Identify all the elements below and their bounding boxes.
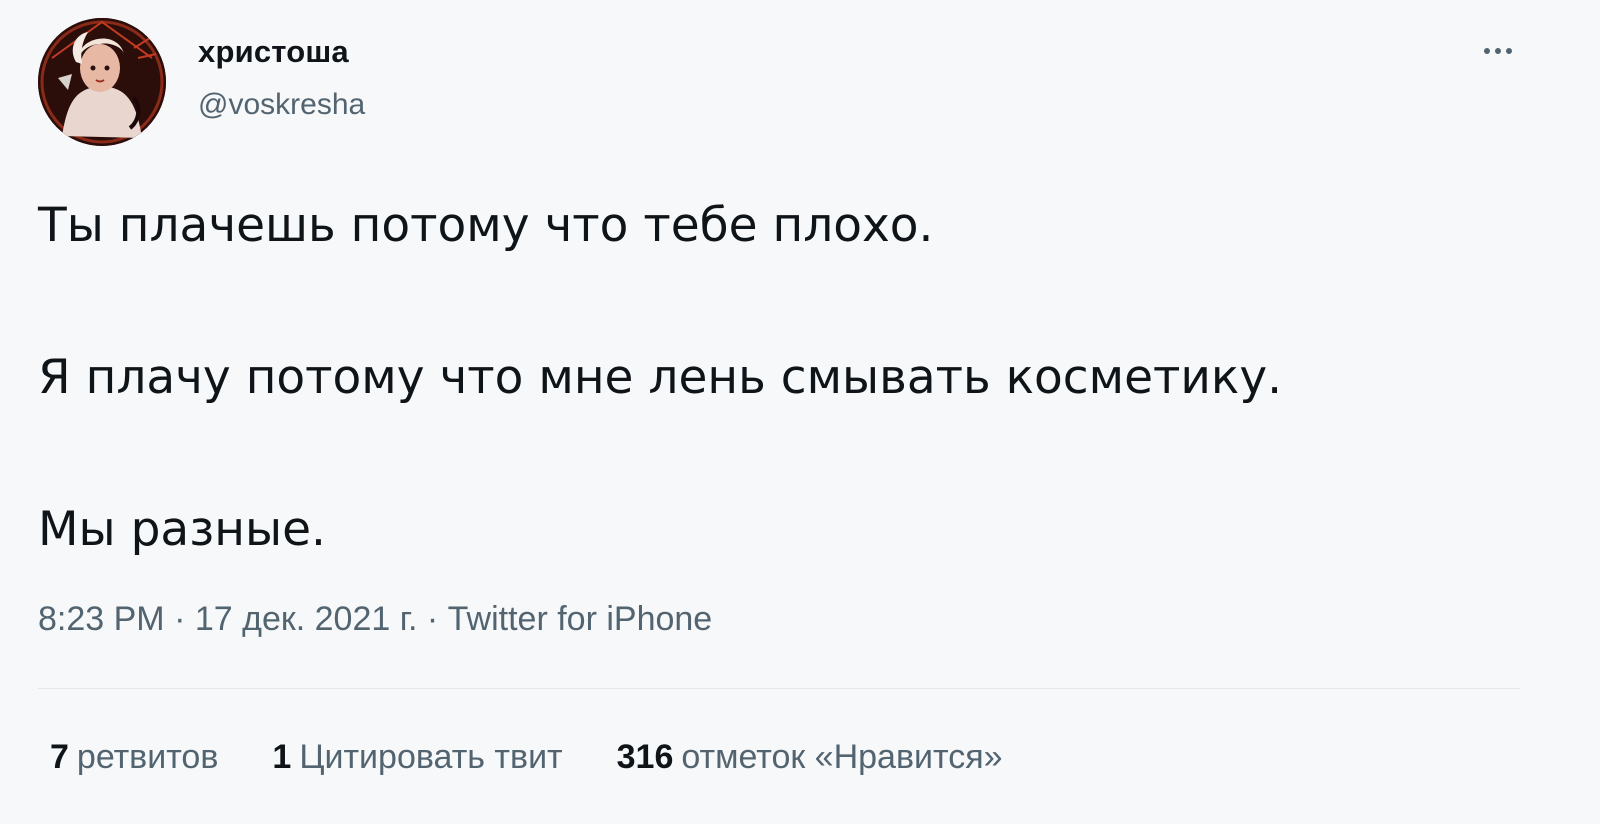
tweet-paragraph: Мы разные.: [38, 502, 326, 557]
retweets-label: ретвитов: [76, 738, 219, 776]
dot: [1495, 48, 1501, 54]
avatar[interactable]: [38, 18, 166, 146]
tweet-source[interactable]: Twitter for iPhone: [448, 600, 713, 638]
divider: [38, 688, 1520, 689]
likes-count: 316: [616, 738, 674, 776]
tweet-paragraph: Я плачу потому что мне лень смывать косм…: [38, 350, 1283, 405]
author-display-name[interactable]: христоша: [198, 34, 349, 70]
dot: [1484, 48, 1490, 54]
tweet-meta: 8:23 PM · 17 дек. 2021 г. · Twitter for …: [38, 600, 712, 639]
tweet-text: Ты плачешь потому что тебе плохо. Я плач…: [38, 188, 1538, 568]
avatar-image: [38, 18, 166, 146]
retweets-count: 7: [50, 738, 69, 776]
quotes-stat[interactable]: 1 Цитировать твит: [272, 738, 562, 777]
author-handle[interactable]: @voskresha: [198, 88, 365, 122]
quotes-count: 1: [272, 738, 292, 776]
tweet-card: христоша @voskresha Ты плачешь потому чт…: [0, 0, 1600, 824]
more-horizontal-icon[interactable]: [1474, 34, 1522, 68]
meta-separator: ·: [426, 600, 448, 638]
tweet-time[interactable]: 8:23 PM: [38, 600, 165, 638]
tweet-paragraph: Ты плачешь потому что тебе плохо.: [38, 198, 934, 253]
tweet-stats: 7 ретвитов 1 Цитировать твит 316 отметок «Н…: [50, 738, 1057, 777]
likes-label: отметок «Нравится»: [681, 738, 1003, 776]
meta-separator: ·: [174, 600, 195, 638]
likes-stat[interactable]: 316 отметок «Нравится»: [617, 738, 1003, 777]
tweet-date[interactable]: 17 дек. 2021 г.: [195, 600, 418, 638]
retweets-stat[interactable]: 7 ретвитов: [50, 738, 218, 777]
quotes-label: Цитировать твит: [299, 738, 563, 776]
dot: [1506, 48, 1512, 54]
